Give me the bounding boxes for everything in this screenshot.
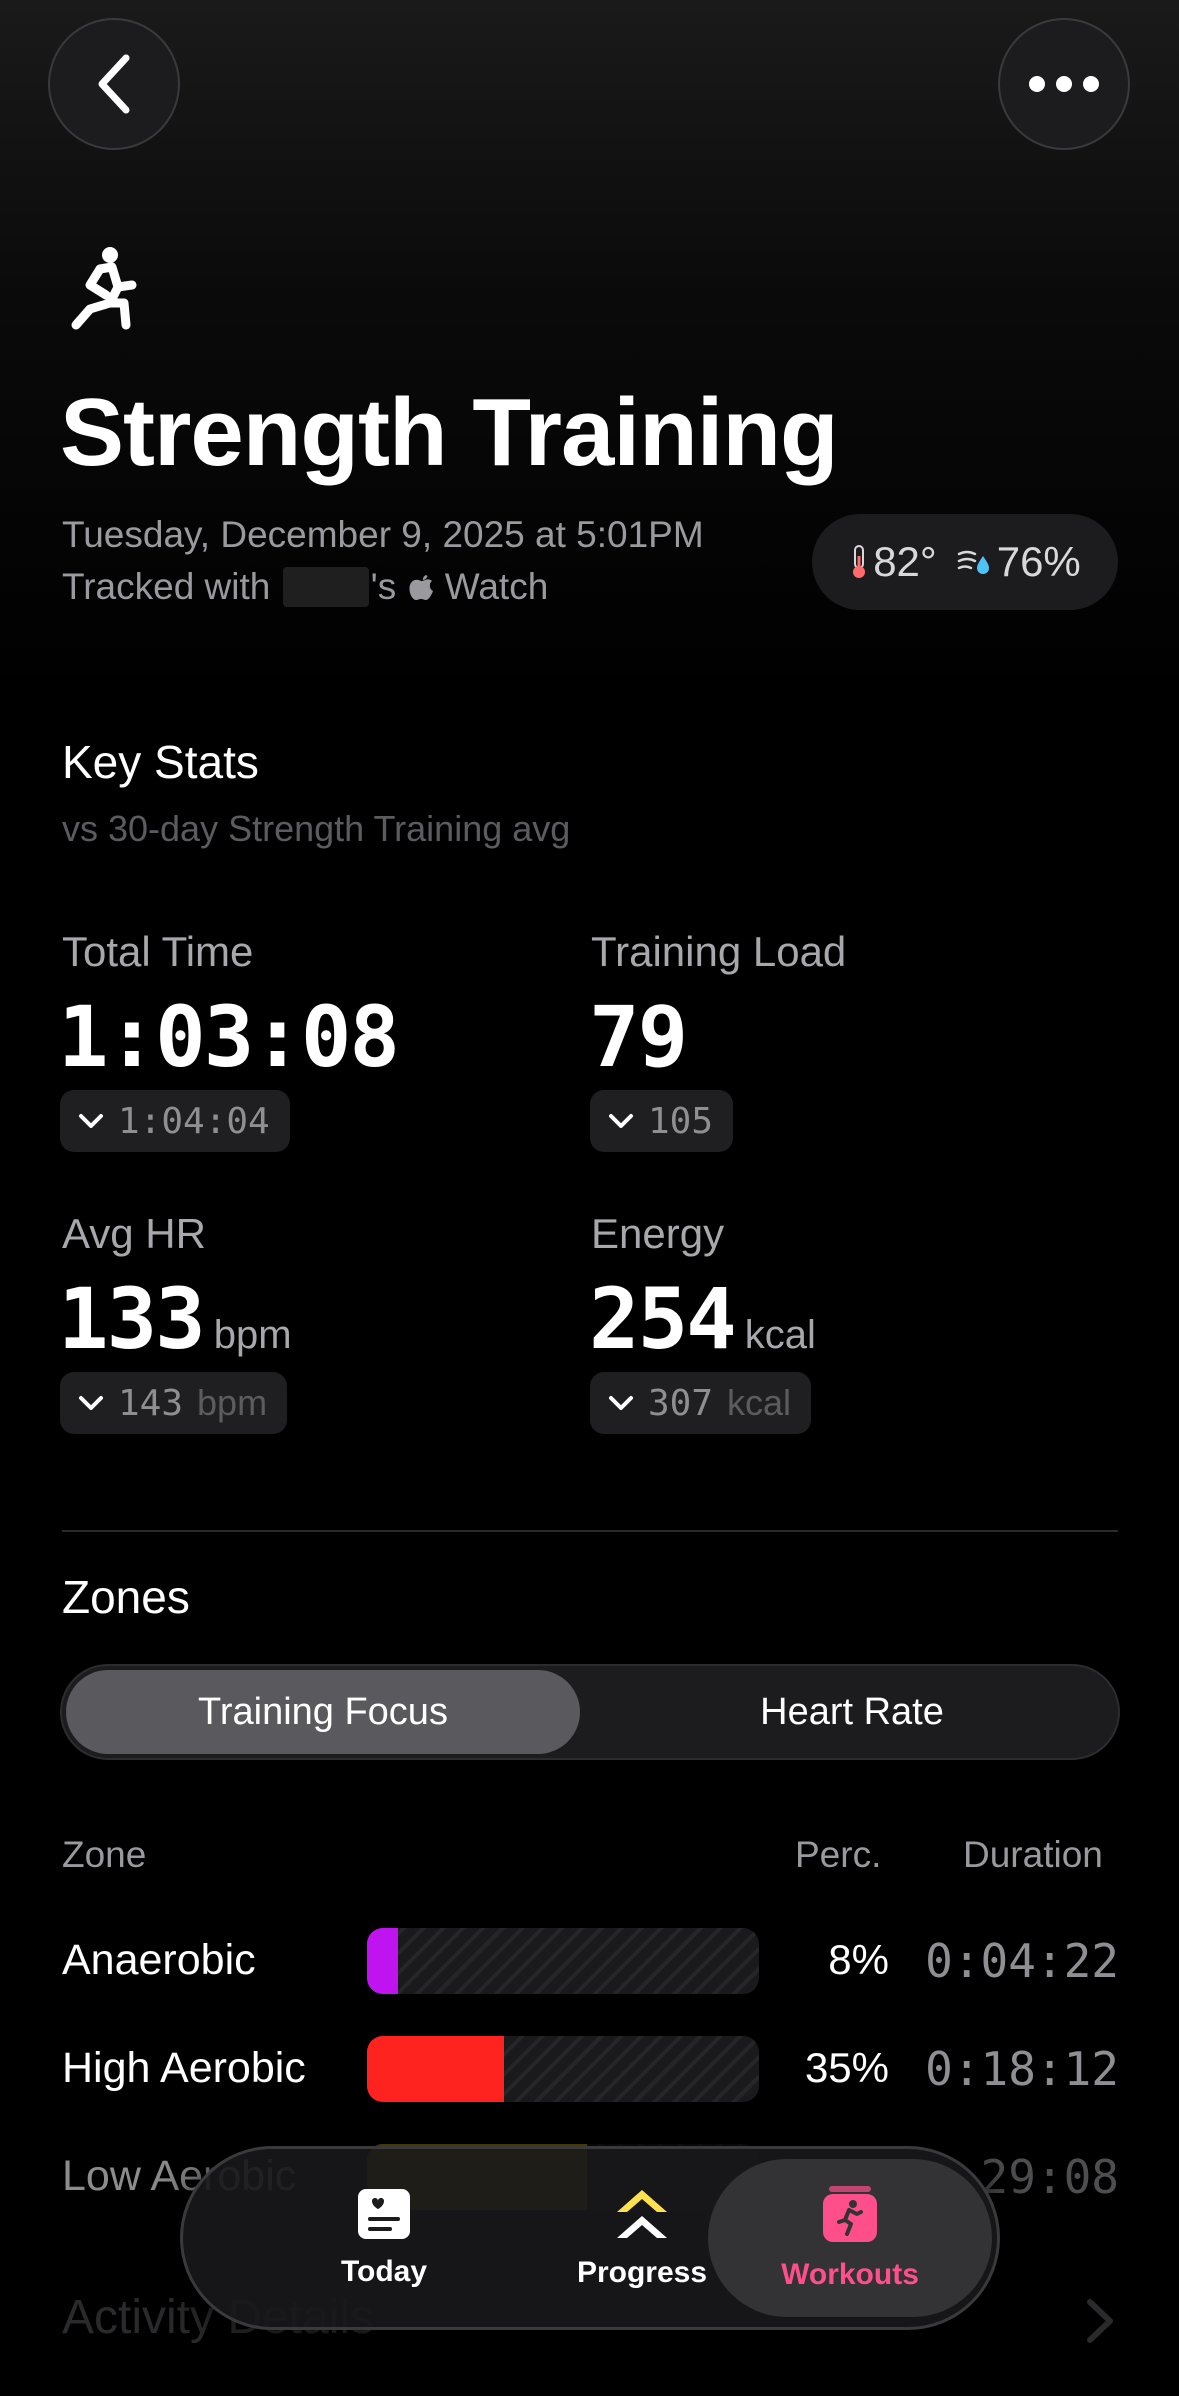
tab-training-focus[interactable]: Training Focus <box>66 1670 580 1754</box>
zone-bar-fill <box>367 2036 505 2102</box>
thermometer-icon <box>853 545 866 578</box>
tracked-with: Tracked with 's Watch <box>62 566 548 608</box>
zone-duration: 0:18:12 <box>925 2042 1119 2096</box>
zone-duration: 0:04:22 <box>925 1934 1119 1988</box>
today-icon <box>358 2189 410 2239</box>
redacted-name <box>282 567 369 607</box>
zone-bar <box>367 1928 759 1994</box>
zone-name: High Aerobic <box>62 2044 306 2092</box>
workouts-icon <box>823 2186 877 2242</box>
more-options-button[interactable] <box>998 18 1130 150</box>
energy-value: 254 <box>589 1270 737 1368</box>
avg-hr-avg: 143 bpm <box>60 1372 288 1434</box>
avg-hr-unit: bpm <box>213 1313 292 1357</box>
zone-bar-fill <box>367 1928 399 1994</box>
chevron-right-icon <box>1087 2299 1113 2343</box>
avg-hr-avg-unit: bpm <box>197 1382 268 1423</box>
avg-hr-value: 133 <box>58 1270 206 1368</box>
tab-workouts[interactable]: Workouts <box>708 2159 992 2317</box>
total-time-label: Total Time <box>62 928 254 975</box>
tab-today[interactable]: Today <box>255 2159 513 2317</box>
device-name: Watch <box>444 566 549 607</box>
strength-training-icon <box>71 247 137 330</box>
chevron-down-icon <box>79 1396 103 1410</box>
duration-column-header: Duration <box>963 1834 1103 1875</box>
training-load-label: Training Load <box>591 928 847 975</box>
temperature: 82° <box>873 538 937 585</box>
ellipsis-icon <box>1029 76 1099 92</box>
zone-column-header: Zone <box>62 1834 147 1875</box>
avg-hr-stat: 133 bpm <box>58 1270 292 1368</box>
energy-label: Energy <box>591 1210 725 1257</box>
zone-percent: 35% <box>804 2044 889 2091</box>
tab-today-label: Today <box>340 2255 428 2288</box>
avg-hr-avg-value: 143 <box>118 1382 184 1424</box>
tab-bar: Today Progress Workouts <box>180 2146 1000 2330</box>
total-time-value: 1:03:08 <box>58 988 400 1086</box>
zones-segmented-control: Training Focus Heart Rate <box>60 1664 1120 1760</box>
energy-unit: kcal <box>744 1313 816 1357</box>
tracked-prefix: Tracked with <box>62 566 271 607</box>
total-time-avg: 1:04:04 <box>60 1090 290 1152</box>
chevron-down-icon <box>609 1396 633 1410</box>
energy-avg-value: 307 <box>648 1382 714 1424</box>
training-load-avg: 105 <box>590 1090 734 1152</box>
total-time-avg-value: 1:04:04 <box>118 1100 270 1142</box>
training-load-value: 79 <box>589 988 688 1086</box>
chevron-down-icon <box>79 1114 103 1128</box>
chevron-left-icon <box>98 54 130 114</box>
back-button[interactable] <box>48 18 180 150</box>
key-stats-title: Key Stats <box>62 736 259 788</box>
humidity: 76% <box>996 538 1081 585</box>
energy-avg-unit: kcal <box>727 1382 792 1423</box>
zone-name: Anaerobic <box>62 1936 256 1984</box>
humidity-icon <box>957 550 989 574</box>
zone-row-high-aerobic: High Aerobic 35% 0:18:12 <box>0 2036 1179 2106</box>
training-load-avg-value: 105 <box>648 1100 714 1142</box>
tab-workouts-label: Workouts <box>781 2258 919 2291</box>
tab-progress-label: Progress <box>576 2256 708 2289</box>
key-stats-subtitle: vs 30-day Strength Training avg <box>62 808 571 849</box>
perc-column-header: Perc. <box>795 1834 882 1875</box>
weather-pill: 82° 76% <box>812 514 1118 610</box>
progress-icon <box>617 2190 667 2238</box>
divider <box>62 1530 1118 1532</box>
zone-duration: 29:08 <box>980 2150 1119 2204</box>
zones-title: Zones <box>62 1571 190 1623</box>
avg-hr-label: Avg HR <box>62 1210 206 1257</box>
zone-percent: 8% <box>828 1936 889 1983</box>
page-title: Strength Training <box>60 379 839 486</box>
zone-bar <box>367 2036 759 2102</box>
apple-logo-icon <box>408 575 433 600</box>
chevron-down-icon <box>609 1114 633 1128</box>
zone-row-anaerobic: Anaerobic 8% 0:04:22 <box>0 1928 1179 1998</box>
tracked-suffix: 's <box>370 566 397 607</box>
tab-heart-rate[interactable]: Heart Rate <box>592 1670 1112 1754</box>
workout-date: Tuesday, December 9, 2025 at 5:01PM <box>62 514 704 555</box>
energy-stat: 254 kcal <box>589 1270 816 1368</box>
energy-avg: 307 kcal <box>590 1372 812 1434</box>
